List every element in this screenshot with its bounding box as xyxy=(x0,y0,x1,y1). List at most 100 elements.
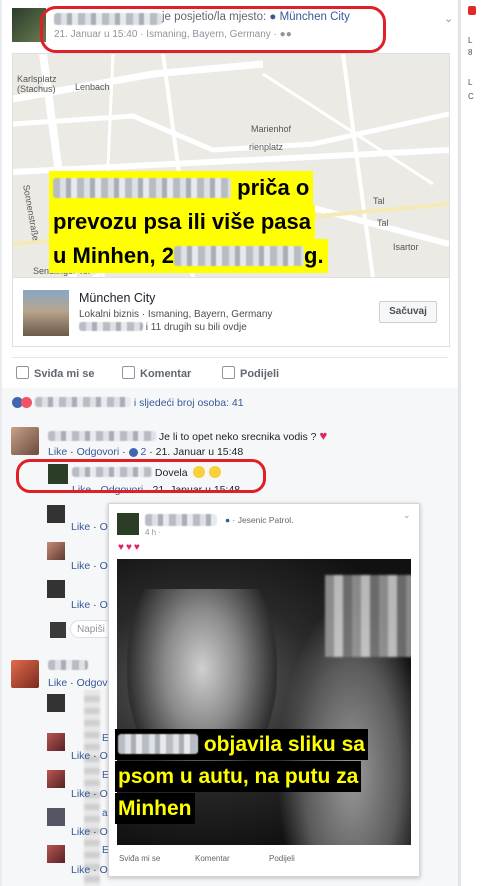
like-button[interactable]: Sviđa mi se xyxy=(16,366,95,380)
map-label: Tal xyxy=(377,218,389,228)
place-name[interactable]: München City xyxy=(79,291,155,305)
place-visitors: i 11 drugih su bili ovdje xyxy=(79,322,247,333)
avatar[interactable] xyxy=(47,694,65,712)
notification-badge xyxy=(468,6,476,15)
rail-text: C xyxy=(468,92,474,101)
heart-emoji-icon: ♥ xyxy=(319,428,328,443)
chevron-down-icon[interactable]: ⌄ xyxy=(444,12,453,25)
avatar[interactable] xyxy=(11,427,39,455)
avatar[interactable] xyxy=(47,505,65,523)
comment-reply-link[interactable]: Odgov xyxy=(77,677,108,689)
blurred-author-name xyxy=(145,514,217,526)
comment-author[interactable]: a xyxy=(102,808,108,819)
overlay-line-2: psom u autu, na putu za xyxy=(115,761,362,792)
comment-reply-link[interactable]: O xyxy=(100,560,108,572)
map-label: Marienhof xyxy=(251,124,292,134)
share-icon xyxy=(222,366,235,379)
comment: Je li to opet neko srecnika vodis ? ♥ xyxy=(48,428,327,443)
map-label: Isartor xyxy=(393,242,419,252)
highlight-circle xyxy=(40,6,386,53)
comment-like-count[interactable]: 2 xyxy=(140,446,146,458)
overlay-line-2: prevozu psa ili više pasa xyxy=(49,205,316,239)
place-photo[interactable] xyxy=(23,290,69,336)
map-label: rienplatz xyxy=(249,142,284,152)
blurred-name xyxy=(118,734,198,754)
comment-button[interactable]: Komentar xyxy=(122,366,191,380)
comment-meta: Like · O xyxy=(71,750,108,762)
embedded-meta: 4 h · xyxy=(145,528,162,537)
rail-text: L xyxy=(468,78,473,87)
comment-reply-link[interactable]: O xyxy=(100,788,108,800)
blurred-name[interactable] xyxy=(48,660,88,670)
avatar[interactable] xyxy=(47,808,65,826)
comment-meta: Like · O xyxy=(71,521,108,533)
hearts-emoji: ♥♥♥ xyxy=(118,542,142,553)
blurred-name[interactable] xyxy=(48,431,156,441)
thumbs-up-icon xyxy=(16,366,29,379)
save-button[interactable]: Sačuvaj xyxy=(379,301,437,323)
comment-like-link[interactable]: Like xyxy=(71,788,90,800)
right-rail: L 8 L C xyxy=(460,0,481,886)
love-reaction-icon xyxy=(21,397,32,408)
map-label: Karlsplatz (Stachus) xyxy=(17,74,57,94)
overlay-line-1: objavila sliku sa xyxy=(115,729,368,760)
chevron-down-icon: ⌄ xyxy=(403,510,411,520)
embedded-like: Sviđa mi se xyxy=(119,854,161,863)
comment-like-link[interactable]: Like xyxy=(71,560,90,572)
avatar xyxy=(117,513,139,535)
comment-reply-link[interactable]: O xyxy=(100,750,108,762)
avatar[interactable] xyxy=(47,580,65,598)
comment-like-link[interactable]: Like xyxy=(48,677,67,689)
highlight-circle xyxy=(16,459,266,493)
comment-icon xyxy=(122,366,135,379)
blurred-name xyxy=(53,178,231,198)
overlay-line-3: u Minhen, 2 g. xyxy=(49,239,328,273)
comment-like-link[interactable]: Like xyxy=(71,826,90,838)
avatar[interactable] xyxy=(47,733,65,751)
post-actions: Sviđa mi se Komentar Podijeli xyxy=(12,357,448,389)
pixelated-face xyxy=(325,575,411,657)
reactions-count[interactable]: i sljedeći broj osoba: 41 xyxy=(134,397,244,409)
comment-meta: Like · O xyxy=(71,788,108,800)
overlay-line-3: Minhen xyxy=(115,793,195,824)
comment-meta: Like · O xyxy=(71,560,108,572)
place-card[interactable]: München City Lokalni biznis · Ismaning, … xyxy=(12,277,450,347)
rail-text: 8 xyxy=(468,48,473,57)
comment-like-link[interactable]: Like xyxy=(71,864,90,876)
avatar[interactable] xyxy=(47,770,65,788)
comment-text: Je li to opet neko srecnika vodis ? xyxy=(158,431,317,443)
blurred-name xyxy=(34,397,131,407)
comment-like-link[interactable]: Like xyxy=(48,446,67,458)
comment-like-link[interactable]: Like xyxy=(71,750,90,762)
map-preview[interactable]: Lenbach Karlsplatz (Stachus) Marienhof r… xyxy=(12,53,450,279)
comment-reply-link[interactable]: O xyxy=(100,599,108,611)
comment-reply-link[interactable]: O xyxy=(100,521,108,533)
embedded-share: Podijeli xyxy=(269,854,295,863)
avatar[interactable] xyxy=(47,542,65,560)
comment-like-link[interactable]: Like xyxy=(71,521,90,533)
comment-reply-link[interactable]: Odgovori xyxy=(77,446,120,458)
avatar[interactable] xyxy=(11,660,39,688)
blurred-date xyxy=(174,246,304,266)
comment-meta: Like · O xyxy=(71,864,108,876)
comment-meta: Like · O xyxy=(71,599,108,611)
rail-text: L xyxy=(468,36,473,45)
comment-reply-link[interactable]: O xyxy=(100,864,108,876)
comment-meta: Like · O xyxy=(71,826,108,838)
comment-meta: Like · Odgovori · 2 · 21. Januar u 15:48 xyxy=(48,446,244,458)
reactions-summary[interactable]: i sljedeći broj osoba: 41 xyxy=(12,397,244,409)
map-label: Tal xyxy=(373,196,385,206)
comment-reply-link[interactable]: O xyxy=(100,826,108,838)
comment-time[interactable]: · 21. Januar u 15:48 xyxy=(149,446,243,458)
like-reaction-icon xyxy=(128,448,138,457)
blurred-name xyxy=(79,322,143,331)
share-button[interactable]: Podijeli xyxy=(222,366,279,380)
place-type: Lokalni biznis · Ismaning, Bayern, Germa… xyxy=(79,309,273,320)
embedded-post-screenshot: ● · Jesenic Patrol. 4 h · ⌄ ♥♥♥ objavila… xyxy=(108,503,420,877)
avatar[interactable] xyxy=(47,845,65,863)
comment-like-link[interactable]: Like xyxy=(71,599,90,611)
embedded-comment: Komentar xyxy=(195,854,230,863)
overlay-line-1: priča o xyxy=(49,171,314,205)
embedded-location: ● · Jesenic Patrol. xyxy=(225,515,294,525)
avatar xyxy=(50,622,66,638)
